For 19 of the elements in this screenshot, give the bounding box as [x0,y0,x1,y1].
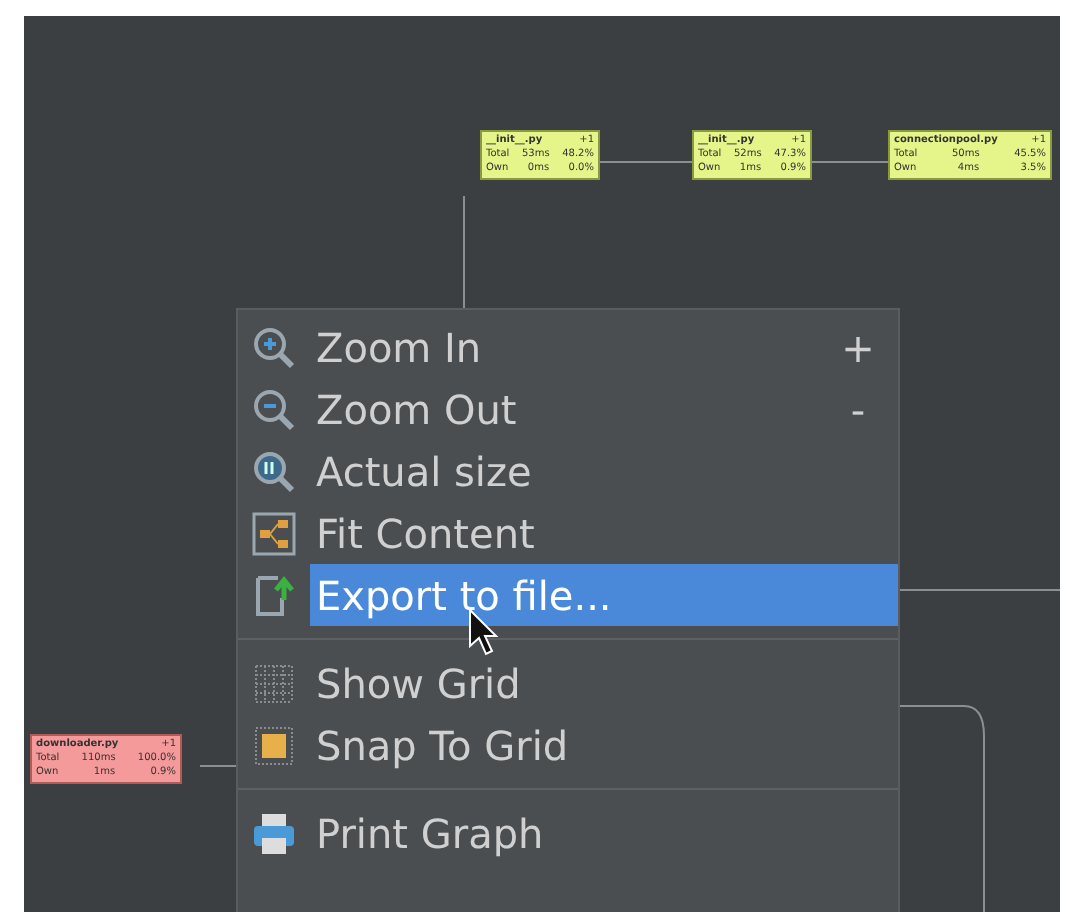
zoom-out-icon [250,385,298,433]
menu-item[interactable]: Zoom Out [310,378,818,440]
magnifier-icon [250,447,298,495]
menu-item[interactable]: Fit Content [310,502,898,564]
snap-grid-icon [250,721,298,769]
mouse-pointer-icon [468,608,500,656]
menu-item[interactable]: Zoom In [310,316,818,378]
grid-icon [250,659,298,707]
menu-item[interactable]: Snap To Grid [310,714,898,776]
zoom-in-icon [250,323,298,371]
menu-item[interactable]: Actual size [310,440,898,502]
menu-item[interactable]: Print Graph [310,802,898,864]
export-icon [250,571,298,619]
shortcut-key: - [818,385,898,433]
menu-item[interactable]: Show Grid [310,652,898,714]
menu-item[interactable]: Export to file... [310,564,898,626]
shortcut-key: + [818,323,898,371]
hierarchy-icon [250,509,298,557]
printer-icon [250,809,298,857]
